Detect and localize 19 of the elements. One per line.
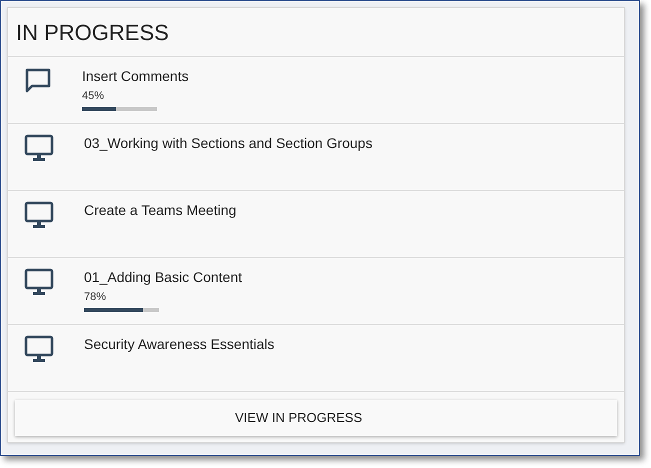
course-row[interactable]: Create a Teams Meeting bbox=[8, 191, 624, 258]
monitor-icon bbox=[24, 201, 54, 229]
monitor-icon bbox=[24, 335, 54, 363]
section-title: IN PROGRESS bbox=[16, 18, 169, 46]
progress-percent: 45% bbox=[82, 90, 106, 103]
course-title: 03_Working with Sections and Section Groups bbox=[84, 134, 372, 152]
course-row[interactable]: Insert Comments 45% bbox=[8, 57, 624, 124]
course-row[interactable]: Security Awareness Essentials bbox=[8, 325, 624, 392]
progress-percent: 78% bbox=[84, 291, 108, 304]
course-title: Create a Teams Meeting bbox=[84, 201, 236, 219]
course-title: 01_Adding Basic Content bbox=[84, 268, 242, 286]
course-title: Insert Comments bbox=[82, 67, 189, 85]
monitor-icon bbox=[24, 268, 54, 296]
monitor-icon bbox=[24, 134, 54, 162]
course-title: Security Awareness Essentials bbox=[84, 335, 274, 353]
course-row[interactable]: 01_Adding Basic Content 78% bbox=[8, 258, 624, 325]
view-in-progress-button[interactable]: VIEW IN PROGRESS bbox=[15, 400, 617, 436]
course-row[interactable]: 03_Working with Sections and Section Groups bbox=[8, 124, 624, 191]
speech-bubble-icon bbox=[24, 67, 52, 95]
